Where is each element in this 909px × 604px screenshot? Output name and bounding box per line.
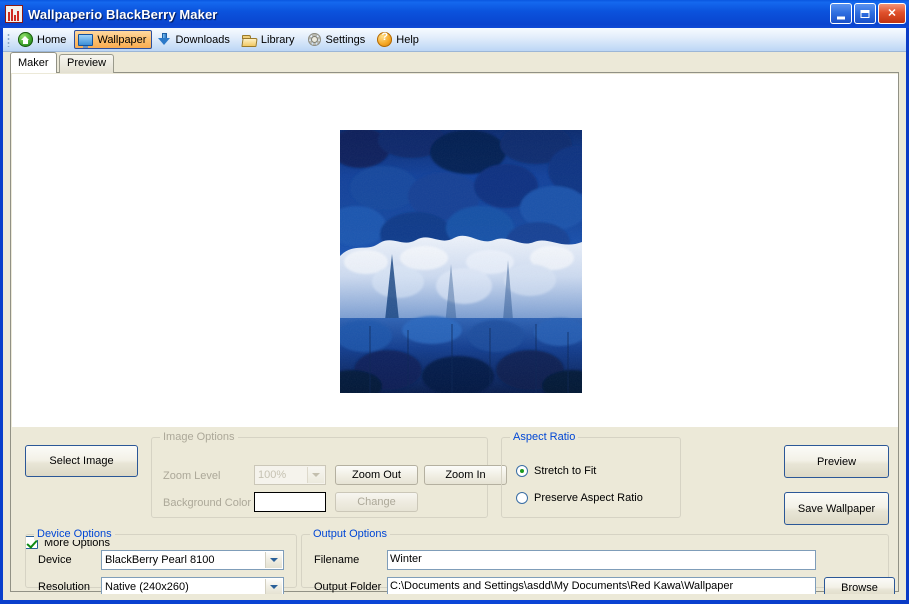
toolbar-item-downloads[interactable]: Downloads — [154, 30, 235, 49]
output-options-group: Output Options Filename Winter Output Fo… — [301, 528, 895, 599]
toolbar-item-home-label: Home — [37, 33, 67, 46]
toolbar-grip[interactable] — [7, 32, 10, 47]
gear-icon — [307, 32, 322, 47]
winter-forest-photo — [340, 130, 582, 393]
toolbar-item-library-label: Library — [260, 33, 295, 46]
radio-preserve-aspect-ratio-label: Preserve Aspect Ratio — [534, 492, 643, 504]
background-color-label: Background Color — [163, 497, 252, 509]
main-toolbar: Home Wallpaper Downloads Library Setting… — [3, 28, 906, 52]
home-icon — [18, 32, 33, 47]
image-options-group: Image Options Zoom Level 100% Zoom Out Z… — [151, 431, 507, 518]
controls-panel: Select Image More Options Image Options … — [12, 428, 898, 599]
tab-preview[interactable]: Preview — [59, 54, 115, 73]
radio-circle — [516, 492, 528, 504]
device-combo[interactable]: BlackBerry Pearl 8100 — [101, 550, 284, 570]
chevron-down-icon — [265, 552, 282, 568]
zoom-level-value: 100% — [258, 469, 287, 481]
resolution-value: Native (240x260) — [105, 581, 189, 593]
application-window: Wallpaperio BlackBerry Maker ✕ Home Wall… — [0, 0, 909, 604]
zoom-in-button[interactable]: Zoom In — [424, 465, 507, 485]
aspect-ratio-group: Aspect Ratio Stretch to Fit Preserve Asp… — [501, 431, 681, 518]
toolbar-item-settings-label: Settings — [325, 33, 366, 46]
maximize-button[interactable] — [854, 3, 876, 24]
output-options-title: Output Options — [310, 528, 390, 540]
question-mark-icon — [377, 31, 393, 47]
photo-artwork — [340, 130, 582, 393]
radio-circle — [516, 465, 528, 477]
zoom-level-combo[interactable]: 100% — [254, 465, 326, 485]
toolbar-item-wallpaper[interactable]: Wallpaper — [74, 30, 153, 49]
toolbar-item-help-label: Help — [396, 33, 419, 46]
folder-icon — [241, 34, 257, 47]
close-button[interactable]: ✕ — [878, 3, 906, 24]
toolbar-item-wallpaper-label: Wallpaper — [97, 33, 147, 46]
toolbar-item-downloads-label: Downloads — [175, 33, 230, 46]
toolbar-item-home[interactable]: Home — [14, 30, 72, 49]
zoom-level-label: Zoom Level — [163, 470, 221, 482]
download-arrow-icon — [158, 32, 171, 47]
chevron-down-icon — [265, 579, 282, 595]
toolbar-item-settings[interactable]: Settings — [303, 30, 372, 49]
device-label: Device — [38, 554, 72, 566]
device-options-group: Device Options Device BlackBerry Pearl 8… — [25, 528, 297, 597]
image-canvas[interactable] — [12, 74, 898, 427]
window-title: Wallpaperio BlackBerry Maker — [28, 6, 218, 22]
radio-preserve-aspect-ratio[interactable]: Preserve Aspect Ratio — [516, 492, 643, 504]
preview-button[interactable]: Preview — [784, 445, 889, 478]
select-image-button[interactable]: Select Image — [25, 445, 138, 477]
background-color-swatch[interactable] — [254, 492, 326, 512]
client-area: Home Wallpaper Downloads Library Setting… — [3, 28, 906, 600]
chevron-down-icon — [307, 467, 324, 483]
save-wallpaper-button[interactable]: Save Wallpaper — [784, 492, 889, 525]
zoom-out-button[interactable]: Zoom Out — [335, 465, 418, 485]
change-color-button[interactable]: Change — [335, 492, 418, 512]
image-options-title: Image Options — [160, 431, 238, 443]
app-icon — [5, 5, 23, 23]
filename-label: Filename — [314, 554, 360, 566]
tab-maker[interactable]: Maker — [10, 52, 57, 73]
radio-stretch-to-fit[interactable]: Stretch to Fit — [516, 465, 596, 477]
radio-stretch-to-fit-label: Stretch to Fit — [534, 465, 597, 477]
minimize-button[interactable] — [830, 3, 852, 24]
title-bar: Wallpaperio BlackBerry Maker ✕ — [0, 0, 909, 28]
status-strip — [3, 594, 906, 600]
device-options-title: Device Options — [34, 528, 115, 540]
window-controls: ✕ — [830, 3, 906, 24]
monitor-icon — [78, 34, 94, 48]
toolbar-item-help[interactable]: Help — [373, 30, 425, 49]
output-folder-label: Output Folder — [314, 581, 382, 593]
resolution-label: Resolution — [38, 581, 90, 593]
toolbar-item-library[interactable]: Library — [238, 30, 301, 49]
maker-tab-page: Select Image More Options Image Options … — [10, 72, 899, 599]
filename-input[interactable]: Winter — [387, 550, 816, 570]
device-value: BlackBerry Pearl 8100 — [105, 554, 215, 566]
tab-strip: Maker Preview — [10, 52, 899, 73]
aspect-ratio-title: Aspect Ratio — [510, 431, 579, 443]
